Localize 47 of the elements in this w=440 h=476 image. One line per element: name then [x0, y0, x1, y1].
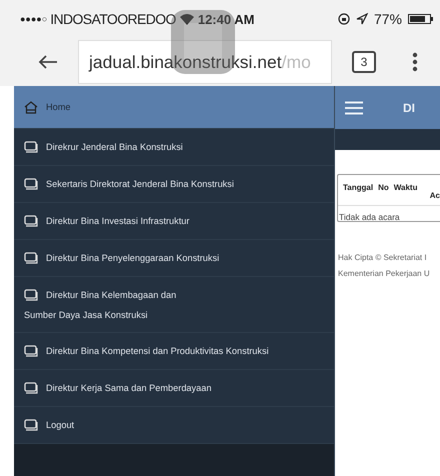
home-icon [24, 100, 38, 114]
sidebar-item[interactable]: Sekertaris Direktorat Jenderal Bina Konstruksi [14, 166, 334, 203]
column-header: Waktu [394, 183, 418, 192]
item-label: Direktur Bina Kompetensi dan Produktivitas Konstruksi [46, 346, 269, 356]
location-arrow-icon [356, 13, 368, 25]
sidebar-item[interactable]: Direkrur Jenderal Bina Konstruksi [14, 129, 334, 166]
battery-icon [408, 13, 434, 25]
window-icon [24, 382, 38, 394]
signal-dots: ●●●●○ [20, 14, 48, 24]
window-icon [24, 252, 38, 264]
tab-count-button[interactable]: 3 [352, 51, 376, 73]
empty-message: Tidak ada acara [338, 205, 440, 222]
window-icon [24, 215, 38, 227]
item-label: Logout [46, 420, 74, 430]
wifi-icon [178, 13, 195, 25]
battery-percent: 77% [374, 11, 402, 27]
window-icon [24, 178, 38, 190]
back-arrow-icon [38, 54, 58, 70]
sidebar-item[interactable]: Direktur Bina Investasi Infrastruktur [14, 203, 334, 240]
window-icon [24, 419, 38, 431]
column-header: No [378, 183, 389, 192]
carrier-name: INDOSATOOREDOO [50, 11, 176, 27]
item-label: Direktur Bina Investasi Infrastruktur [46, 216, 190, 226]
item-label: Home [46, 102, 71, 112]
item-label: Direktur Kerja Sama dan Pemberdayaan [46, 383, 212, 393]
column-header: Ac [428, 191, 440, 200]
item-label: Direkrur Jenderal Bina Konstruksi [46, 142, 183, 152]
column-header: Tanggal [343, 183, 374, 192]
sidebar-item[interactable]: Direktur Bina Penyelenggaraan Konstruksi [14, 240, 334, 277]
sidebar-item[interactable]: Direktur Bina Kompetensi dan Produktivitas Konstruksi [14, 333, 334, 370]
address-bar[interactable]: jadual.binakonstruksi.net/mo [78, 40, 332, 84]
item-label: Direktur Bina Penyelenggaraan Konstruksi [46, 253, 220, 263]
clock-time: 12:40 AM [198, 12, 254, 26]
copyright-text: Hak Cipta © Sekretariat I [338, 252, 428, 264]
lock-rotation-icon [338, 13, 350, 25]
sidebar-item[interactable]: Direktur Bina Kelembagaan dan Sumber Daya Jasa Konstruksi [14, 277, 334, 333]
window-icon [24, 345, 38, 357]
menu-icon [345, 100, 363, 114]
item-label: Direktur Bina Kelembagaan dan [46, 290, 176, 300]
window-icon [24, 289, 38, 301]
item-label: Sekertaris Direktorat Jenderal Bina Konstruksi [46, 179, 234, 189]
window-icon [24, 141, 38, 153]
item-label: Sumber Daya Jasa Konstruksi [24, 309, 149, 320]
sidebar-item[interactable]: Direktur Kerja Sama dan Pemberdayaan [14, 370, 334, 407]
more-menu-icon [412, 52, 418, 72]
header-title: DI [403, 100, 415, 114]
copyright-text: Kementerian Pekerjaan U [338, 268, 431, 280]
